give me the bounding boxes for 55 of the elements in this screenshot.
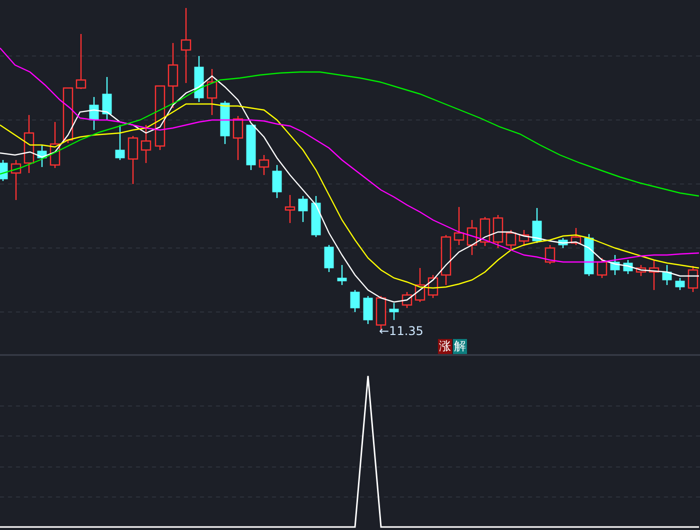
candlestick [584, 234, 594, 276]
price-label: ←11.35 [379, 324, 424, 339]
candlestick [350, 290, 360, 312]
candlestick [232, 116, 244, 160]
candlestick [623, 260, 633, 274]
candlestick [402, 292, 412, 308]
candlestick [140, 125, 152, 163]
candlestick [648, 260, 660, 290]
candlestick [675, 278, 685, 290]
candlestick [154, 85, 166, 150]
candlestick [428, 275, 438, 298]
candlestick [363, 296, 373, 324]
candlestick [128, 136, 138, 184]
candlestick [62, 87, 74, 143]
candlestick [544, 245, 556, 264]
candlestick [258, 155, 270, 175]
signal-badge: 解 [453, 339, 467, 354]
candlestick [284, 195, 296, 223]
candlestick [10, 160, 22, 200]
candlestick [518, 230, 530, 246]
candlestick [558, 238, 568, 248]
candlestick [272, 165, 282, 198]
candlestick [454, 207, 464, 245]
candlestick [102, 77, 112, 120]
candlestick [168, 43, 178, 108]
candlestick [337, 265, 347, 285]
candlestick [440, 235, 452, 285]
candlestick [246, 124, 256, 170]
signal-badge: 涨 [438, 339, 452, 354]
candlestick [220, 101, 230, 144]
candlestick [532, 208, 542, 243]
candlestick [414, 268, 426, 302]
candlestick [311, 196, 321, 237]
candlestick [50, 122, 60, 168]
candlestick [115, 125, 125, 160]
candlestick [389, 303, 399, 320]
candlestick [480, 217, 490, 246]
candlestick [206, 69, 218, 115]
candlestick [298, 196, 308, 222]
candlestick [0, 160, 8, 181]
candlestick [76, 34, 86, 89]
candlestick [37, 145, 47, 167]
candlestick [636, 265, 646, 276]
candlestick [506, 230, 516, 250]
candlestick [466, 220, 478, 255]
candlestick [24, 115, 34, 173]
candlestick [688, 266, 698, 292]
candlestick [492, 215, 504, 248]
candlestick [89, 97, 99, 130]
candlestick [324, 245, 334, 272]
candlestick [596, 258, 608, 278]
candlestick [194, 56, 204, 102]
candlestick [610, 255, 620, 275]
candlestick [662, 265, 672, 285]
candlestick [570, 228, 582, 245]
